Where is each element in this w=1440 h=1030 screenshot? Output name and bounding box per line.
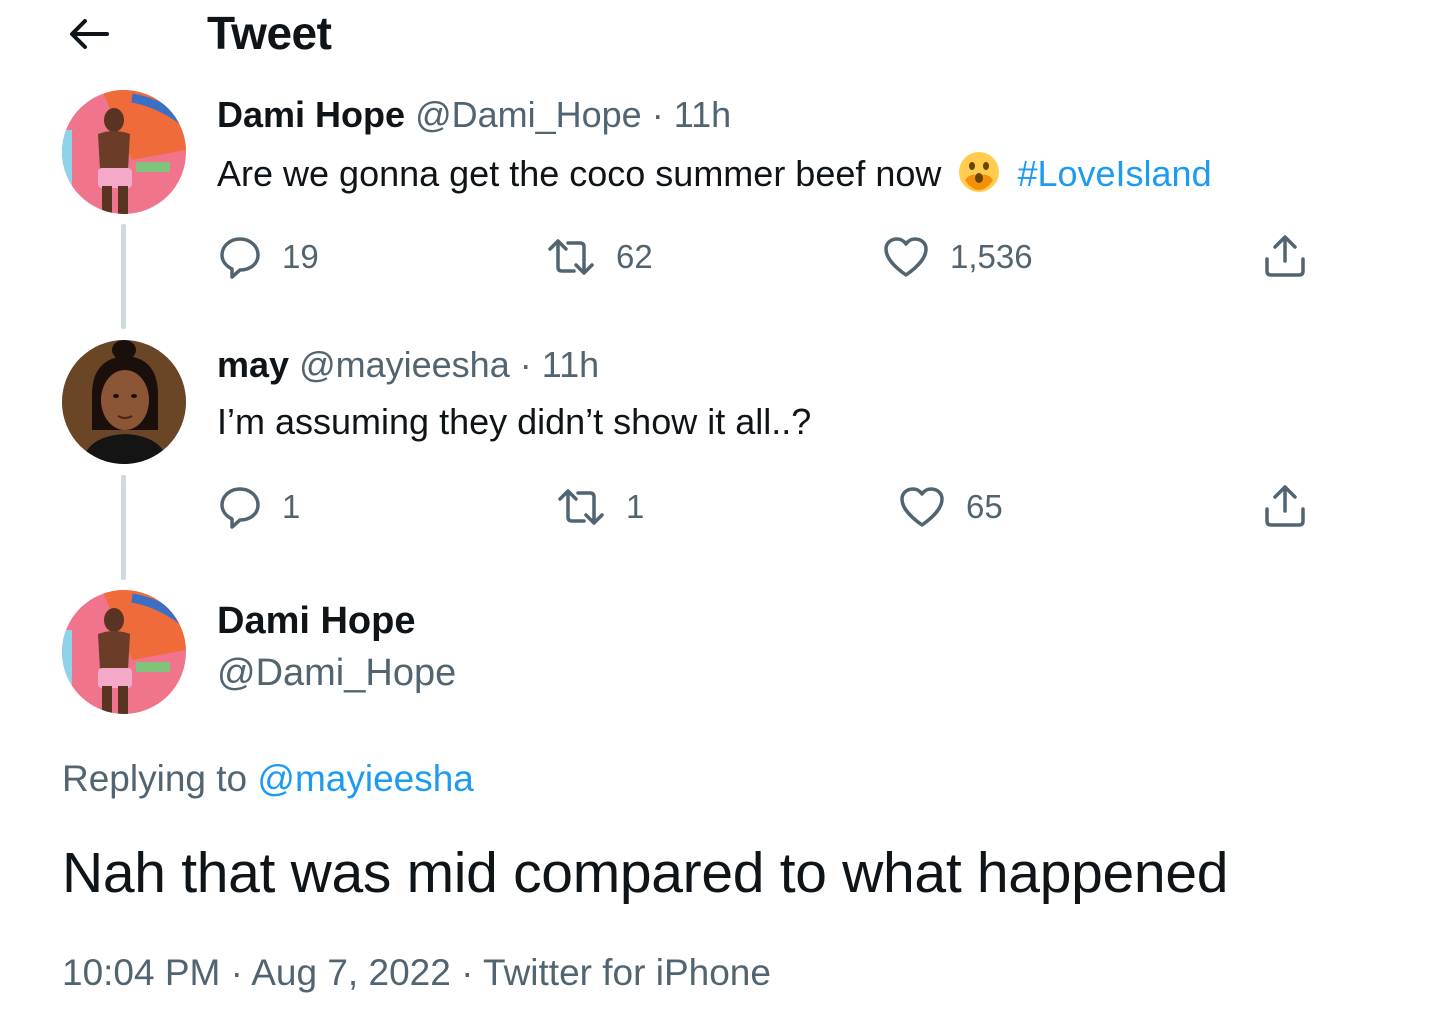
like-count: 1,536 <box>950 238 1033 275</box>
avatar[interactable] <box>62 590 186 714</box>
retweet-icon <box>558 489 604 525</box>
separator-dot: · <box>651 94 664 135</box>
tweet-date[interactable]: Aug 7, 2022 <box>251 952 451 993</box>
like-count: 65 <box>966 488 1003 525</box>
hand-over-mouth-emoji-icon <box>959 152 1000 192</box>
tweet-time[interactable]: 11h <box>674 94 731 135</box>
reply-button[interactable]: 19 <box>218 235 319 279</box>
share-button[interactable] <box>1262 483 1308 529</box>
reply-icon <box>220 237 260 279</box>
reply-icon <box>220 487 260 529</box>
avatar-dami-image <box>62 90 186 214</box>
heart-icon <box>900 487 944 527</box>
share-icon <box>1265 235 1305 277</box>
separator-dot: · <box>519 344 532 385</box>
reply-count: 1 <box>282 488 301 525</box>
tweet-header: Dami Hope @Dami_Hope · 11h <box>217 94 731 136</box>
retweet-icon <box>548 239 594 275</box>
thread-connector-line <box>121 475 126 580</box>
avatar[interactable] <box>62 90 186 214</box>
top-bar: Tweet <box>0 0 1440 70</box>
tweet-timestamp: 10:04 PM · Aug 7, 2022 · Twitter for iPh… <box>62 952 771 994</box>
tweet-text-content: Are we gonna get the coco summer beef no… <box>217 153 942 194</box>
separator-dot: · <box>461 952 474 993</box>
separator-dot: · <box>230 952 243 993</box>
share-button[interactable] <box>1262 233 1308 279</box>
author-name[interactable]: may <box>217 344 289 385</box>
tweet-time[interactable]: 10:04 PM <box>62 952 220 993</box>
heart-icon <box>884 237 928 277</box>
like-button[interactable]: 65 <box>898 485 1003 529</box>
reply-button[interactable]: 1 <box>218 485 300 529</box>
main-author-name[interactable]: Dami Hope <box>217 600 415 643</box>
avatar-may-image <box>62 340 186 464</box>
tweet-text: Are we gonna get the coco summer beef no… <box>217 150 1212 195</box>
tweet-source[interactable]: Twitter for iPhone <box>483 952 771 993</box>
author-handle[interactable]: @mayieesha <box>299 344 510 385</box>
reply-count: 19 <box>282 238 319 275</box>
main-author-handle[interactable]: @Dami_Hope <box>217 652 456 695</box>
tweet-header: may @mayieesha · 11h <box>217 344 599 386</box>
replying-to-label: Replying to <box>62 758 248 799</box>
author-handle[interactable]: @Dami_Hope <box>415 94 642 135</box>
share-icon <box>1265 485 1305 527</box>
retweet-count: 1 <box>626 488 645 525</box>
back-arrow-icon <box>70 19 109 49</box>
back-button[interactable] <box>62 12 114 56</box>
tweet-time[interactable]: 11h <box>542 344 599 385</box>
avatar[interactable] <box>62 340 186 464</box>
thread-connector-line <box>121 224 126 329</box>
tweet-text: I’m assuming they didn’t show it all..? <box>217 401 812 442</box>
replying-to: Replying to @mayieesha <box>62 758 474 800</box>
page-title: Tweet <box>207 7 332 59</box>
retweet-count: 62 <box>616 238 653 275</box>
retweet-button[interactable]: 1 <box>556 485 644 529</box>
like-button[interactable]: 1,536 <box>882 235 1033 279</box>
replying-to-mention[interactable]: @mayieesha <box>257 758 474 799</box>
main-tweet-text: Nah that was mid compared to what happen… <box>62 841 1229 905</box>
hashtag-link[interactable]: #LoveIsland <box>1017 153 1211 194</box>
retweet-button[interactable]: 62 <box>546 235 653 279</box>
author-name[interactable]: Dami Hope <box>217 94 405 135</box>
avatar-dami-image <box>62 590 186 714</box>
